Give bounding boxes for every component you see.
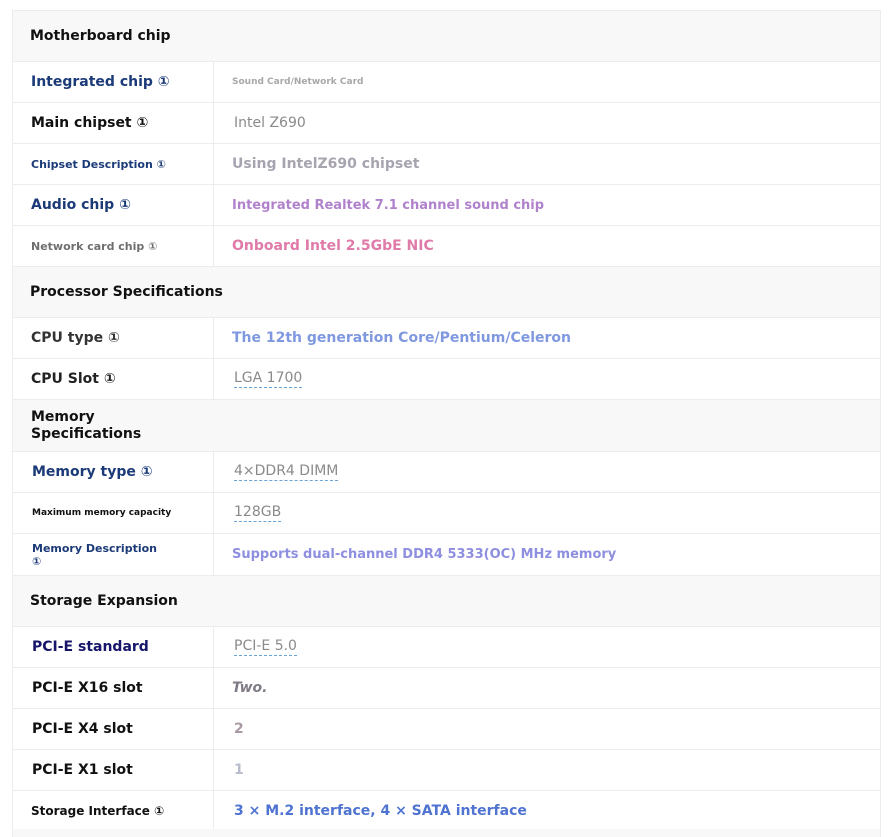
label-text: Maximum memory capacity <box>32 507 172 518</box>
row-value: Sound Card/Network Card <box>214 62 880 102</box>
value-text: Integrated Realtek 7.1 channel sound chi… <box>232 197 545 213</box>
row-label: Chipset Description ① <box>13 144 214 184</box>
section-header-storage-expansion: Storage Expansion <box>13 576 880 627</box>
label-text: CPU Slot ① <box>31 370 116 387</box>
row-label: PCI-E standard <box>13 627 214 667</box>
value-text: 2 <box>234 721 244 737</box>
table-row: PCI-E standard PCI-E 5.0 <box>13 627 880 668</box>
spec-table: Motherboard chip Integrated chip ① Sound… <box>12 10 881 832</box>
section-header-memory-specifications: Memory Specifications <box>13 400 880 452</box>
value-text: Intel Z690 <box>234 115 306 131</box>
value-text: Two. <box>232 680 268 696</box>
label-text: Integrated chip ① <box>31 73 170 90</box>
label-text: Audio chip ① <box>31 196 131 213</box>
row-value: The 12th generation Core/Pentium/Celeron <box>214 318 880 358</box>
row-label: Integrated chip ① <box>13 62 214 102</box>
row-value: Supports dual-channel DDR4 5333(OC) MHz … <box>214 534 880 575</box>
value-text: 3 × M.2 interface, 4 × SATA interface <box>234 803 527 819</box>
row-value: 1 <box>214 750 880 790</box>
row-label: Memory Description ① <box>13 534 214 575</box>
row-label: Maximum memory capacity <box>13 493 214 533</box>
table-row: Integrated chip ① Sound Card/Network Car… <box>13 62 880 103</box>
row-value: PCI-E 5.0 <box>214 627 880 667</box>
row-value: 128GB <box>214 493 880 533</box>
section-header-motherboard-chip: Motherboard chip <box>13 11 880 62</box>
table-row: Chipset Description ① Using IntelZ690 ch… <box>13 144 880 185</box>
value-text: 1 <box>234 762 244 778</box>
row-value: Intel Z690 <box>214 103 880 143</box>
table-row: Memory Description ① Supports dual-chann… <box>13 534 880 576</box>
value-link[interactable]: 128GB <box>234 504 282 522</box>
label-text: PCI-E X4 slot <box>32 720 133 737</box>
label-text: Storage Interface ① <box>31 803 165 818</box>
label-text: PCI-E standard <box>32 638 149 655</box>
value-text: Onboard Intel 2.5GbE NIC <box>232 238 434 254</box>
next-section-header-edge <box>12 829 881 837</box>
row-value: Integrated Realtek 7.1 channel sound chi… <box>214 185 880 225</box>
row-value: Two. <box>214 668 880 708</box>
section-title: Memory Specifications <box>31 408 142 442</box>
label-text: Memory type ① <box>32 463 153 480</box>
value-link[interactable]: 4×DDR4 DIMM <box>234 463 339 481</box>
section-title: Storage Expansion <box>30 593 178 609</box>
row-label: CPU Slot ① <box>13 359 214 399</box>
label-text: Network card chip ① <box>31 239 158 253</box>
table-row: Storage Interface ① 3 × M.2 interface, 4… <box>13 791 880 832</box>
row-value: 3 × M.2 interface, 4 × SATA interface <box>214 791 880 831</box>
row-label: PCI-E X1 slot <box>13 750 214 790</box>
label-text: Main chipset ① <box>31 114 149 131</box>
row-value: 2 <box>214 709 880 749</box>
value-link[interactable]: LGA 1700 <box>234 370 303 388</box>
value-text: Using IntelZ690 chipset <box>232 156 420 172</box>
row-value: Using IntelZ690 chipset <box>214 144 880 184</box>
label-text: PCI-E X1 slot <box>32 761 133 778</box>
table-row: PCI-E X4 slot 2 <box>13 709 880 750</box>
table-row: Network card chip ① Onboard Intel 2.5GbE… <box>13 226 880 267</box>
row-label: Network card chip ① <box>13 226 214 266</box>
row-value: Onboard Intel 2.5GbE NIC <box>214 226 880 266</box>
value-text: Sound Card/Network Card <box>232 77 364 87</box>
table-row: PCI-E X1 slot 1 <box>13 750 880 791</box>
table-row: CPU Slot ① LGA 1700 <box>13 359 880 400</box>
label-text: Memory Description ① <box>32 541 157 568</box>
table-row: Maximum memory capacity 128GB <box>13 493 880 534</box>
row-value: 4×DDR4 DIMM <box>214 452 880 492</box>
row-label: Main chipset ① <box>13 103 214 143</box>
row-label: Memory type ① <box>13 452 214 492</box>
row-value: LGA 1700 <box>214 359 880 399</box>
section-title: Processor Specifications <box>30 284 223 300</box>
section-title: Motherboard chip <box>30 28 171 44</box>
label-text: PCI-E X16 slot <box>32 679 143 696</box>
row-label: Storage Interface ① <box>13 791 214 831</box>
table-row: Audio chip ① Integrated Realtek 7.1 chan… <box>13 185 880 226</box>
label-text: CPU type ① <box>31 329 120 346</box>
label-text: Chipset Description ① <box>31 157 166 171</box>
row-label: PCI-E X4 slot <box>13 709 214 749</box>
value-text: The 12th generation Core/Pentium/Celeron <box>232 330 572 346</box>
row-label: CPU type ① <box>13 318 214 358</box>
table-row: CPU type ① The 12th generation Core/Pent… <box>13 318 880 359</box>
table-row: PCI-E X16 slot Two. <box>13 668 880 709</box>
value-link[interactable]: PCI-E 5.0 <box>234 638 297 656</box>
value-text: Supports dual-channel DDR4 5333(OC) MHz … <box>232 547 617 562</box>
row-label: PCI-E X16 slot <box>13 668 214 708</box>
table-row: Memory type ① 4×DDR4 DIMM <box>13 452 880 493</box>
row-label: Audio chip ① <box>13 185 214 225</box>
section-header-processor-specifications: Processor Specifications <box>13 267 880 318</box>
table-row: Main chipset ① Intel Z690 <box>13 103 880 144</box>
